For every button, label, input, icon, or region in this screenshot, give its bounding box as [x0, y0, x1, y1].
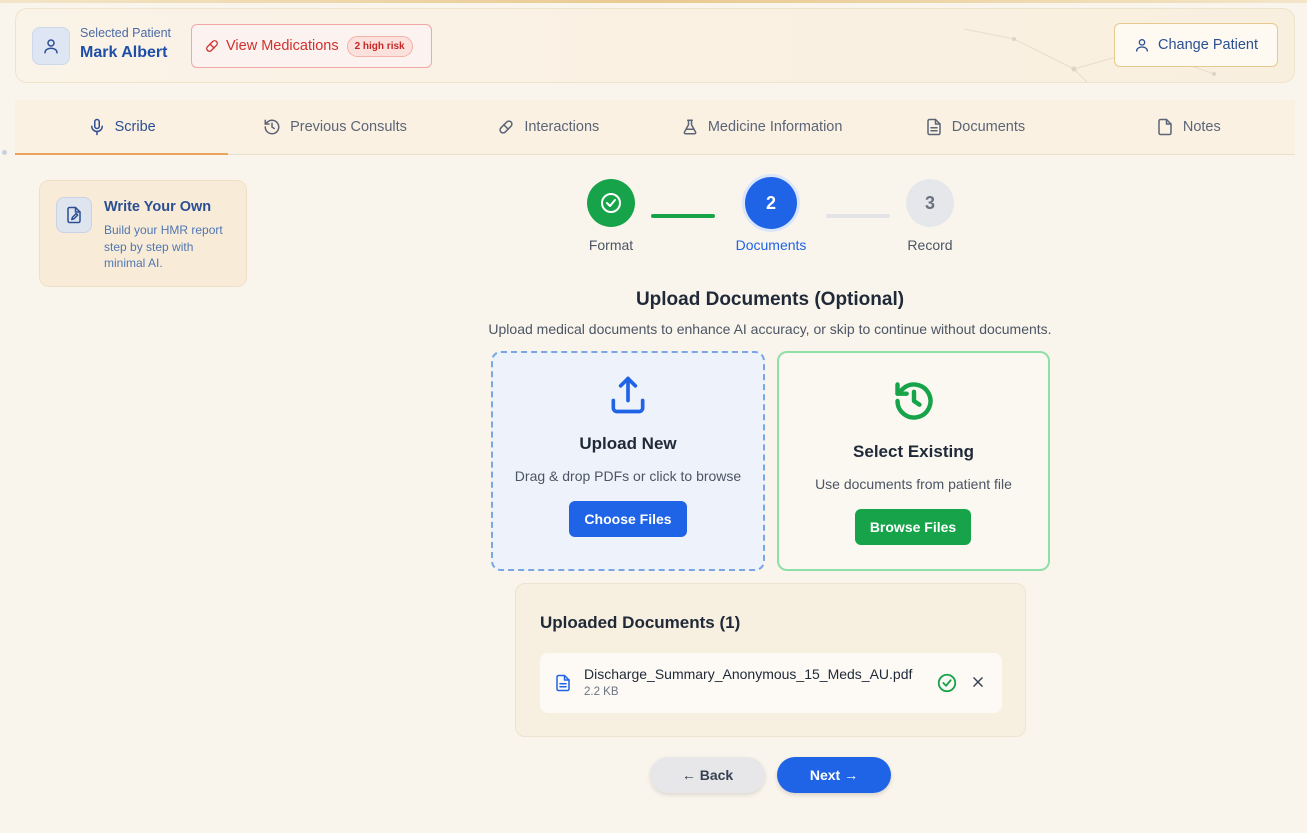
main-tabs: Scribe Previous Consults Interactions Me…	[15, 100, 1295, 155]
step-connector-complete	[651, 214, 715, 218]
microphone-icon	[90, 118, 103, 136]
flask-icon	[683, 119, 697, 135]
decorative-dot	[2, 150, 7, 155]
step-connector-pending	[826, 214, 890, 218]
write-your-own-title: Write Your Own	[104, 199, 212, 215]
pill-icon	[206, 40, 218, 52]
tab-previous-consults[interactable]: Previous Consults	[228, 100, 441, 154]
history-icon	[894, 382, 933, 420]
upload-new-dropzone[interactable]: Upload New Drag & drop PDFs or click to …	[491, 351, 765, 571]
choose-files-button[interactable]: Choose Files	[569, 501, 687, 537]
tab-documents[interactable]: Documents	[868, 100, 1081, 154]
next-button[interactable]: Next →	[777, 757, 891, 793]
tab-label: Documents	[951, 119, 1026, 135]
file-icon	[556, 674, 570, 692]
check-circle-icon	[601, 193, 621, 213]
uploaded-documents-panel: Uploaded Documents (1) Discharge_Summary…	[515, 583, 1026, 737]
change-patient-button[interactable]: Change Patient	[1114, 23, 1278, 67]
tab-label: Notes	[1182, 119, 1221, 135]
write-your-own-desc: Build your HMR report step by step with …	[104, 223, 223, 270]
write-your-own-card[interactable]: Write Your Own Build your HMR report ste…	[39, 180, 247, 287]
tab-label: Medicine Information	[707, 119, 843, 135]
tab-notes[interactable]: Notes	[1082, 100, 1295, 154]
file-size: 2.2 KB	[584, 686, 619, 698]
upload-new-desc: Drag & drop PDFs or click to browse	[514, 468, 742, 484]
change-patient-label: Change Patient	[1158, 37, 1258, 53]
patient-avatar	[32, 27, 70, 65]
patient-name: Mark Albert	[80, 44, 168, 61]
pill-icon	[499, 120, 513, 134]
note-icon	[1158, 118, 1172, 136]
back-button[interactable]: ← Back	[650, 757, 765, 793]
check-circle-icon	[937, 673, 957, 693]
select-existing-card[interactable]: Select Existing Use documents from patie…	[777, 351, 1050, 571]
uploaded-documents-heading: Uploaded Documents (1)	[540, 613, 741, 632]
top-accent-line	[0, 0, 1307, 3]
edit-document-icon	[67, 206, 81, 224]
document-icon	[927, 118, 941, 136]
page-title: Upload Documents (Optional)	[635, 289, 905, 310]
step-record-circle: 3	[906, 179, 954, 227]
tab-medicine-information[interactable]: Medicine Information	[655, 100, 868, 154]
step-format-label: Format	[588, 237, 634, 253]
tab-label: Previous Consults	[290, 119, 407, 135]
view-medications-label: View Medications	[226, 38, 339, 54]
high-risk-badge: 2 high risk	[346, 35, 413, 57]
tab-label: Interactions	[524, 119, 600, 135]
step-record-label: Record	[907, 237, 953, 253]
tab-label: Scribe	[114, 119, 156, 135]
page-subtitle: Upload medical documents to enhance AI a…	[488, 321, 1052, 337]
file-name: Discharge_Summary_Anonymous_15_Meds_AU.p…	[584, 666, 913, 682]
tab-interactions[interactable]: Interactions	[442, 100, 655, 154]
upload-icon	[611, 376, 645, 414]
user-icon	[1136, 39, 1149, 52]
uploaded-file-row: Discharge_Summary_Anonymous_15_Meds_AU.p…	[540, 653, 1002, 713]
view-medications-button[interactable]: View Medications 2 high risk	[191, 24, 432, 68]
step-documents-label: Documents	[735, 237, 807, 253]
step-format-circle	[587, 179, 635, 227]
patient-caption: Selected Patient	[80, 26, 172, 40]
patient-header: Selected Patient Mark Albert View Medica…	[15, 8, 1295, 83]
remove-file-icon[interactable]	[971, 675, 985, 689]
history-icon	[264, 119, 280, 135]
select-existing-desc: Use documents from patient file	[815, 476, 1012, 492]
edit-document-icon-box	[56, 197, 92, 233]
user-icon	[44, 39, 58, 54]
step-documents-circle: 2	[745, 177, 797, 229]
upload-new-title: Upload New	[579, 434, 677, 453]
tab-scribe[interactable]: Scribe	[15, 100, 229, 155]
browse-files-button[interactable]: Browse Files	[855, 509, 971, 545]
select-existing-title: Select Existing	[853, 442, 974, 461]
